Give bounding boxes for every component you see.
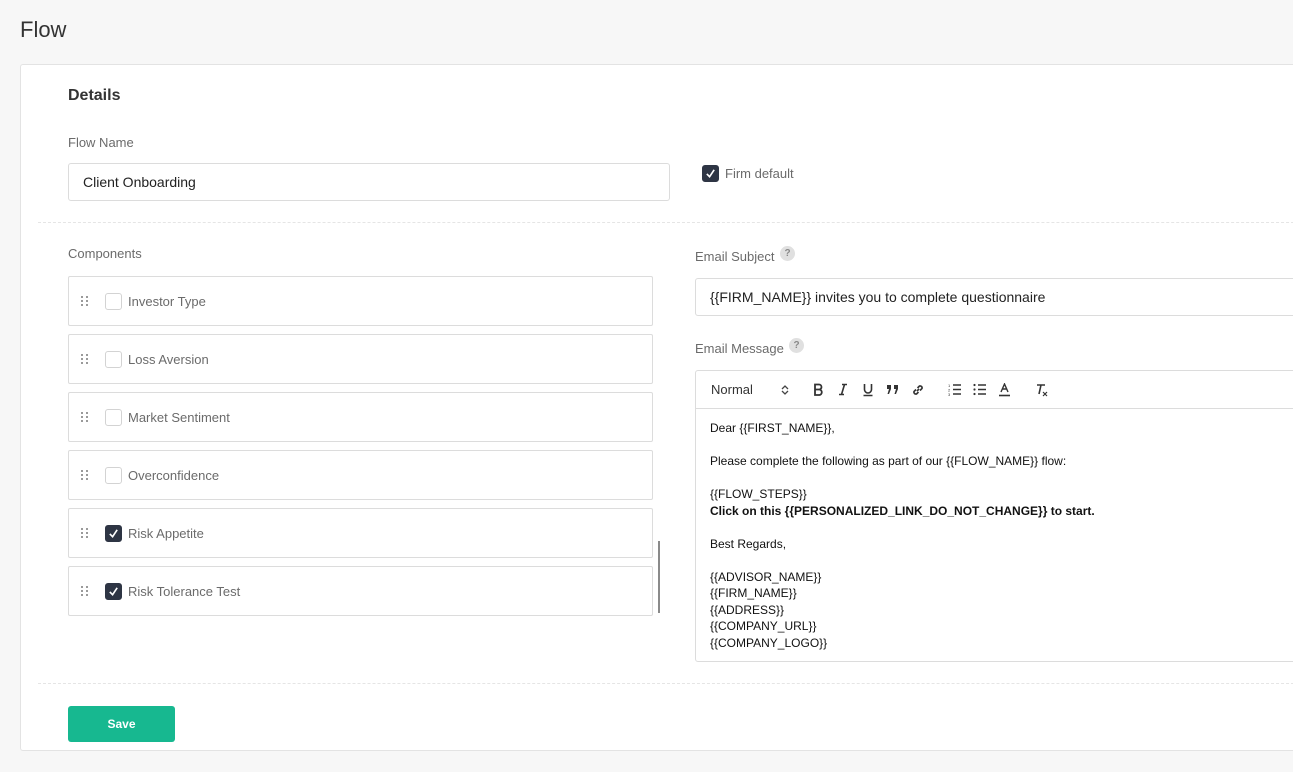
component-row[interactable]: Overconfidence [68,450,653,500]
component-label: Market Sentiment [128,409,230,425]
component-row[interactable]: Loss Aversion [68,334,653,384]
component-label: Investor Type [128,293,206,309]
message-line: Click on this {{PERSONALIZED_LINK_DO_NOT… [710,503,1095,518]
blockquote-icon[interactable] [880,379,905,401]
clear-format-icon[interactable] [1029,379,1054,401]
components-label: Components [68,246,142,261]
drag-handle-icon[interactable] [81,293,89,309]
component-checkbox[interactable] [105,292,122,310]
page-title: Flow [20,17,67,42]
component-checkbox[interactable] [105,466,122,484]
components-list: Investor Type Loss Aversion Market Senti… [68,276,653,624]
checkmark-icon [109,586,118,596]
component-label: Loss Aversion [128,351,209,367]
drag-handle-icon[interactable] [81,409,89,425]
divider [38,222,1293,223]
message-line: {{ADVISOR_NAME}} [710,569,822,584]
component-row[interactable]: Market Sentiment [68,392,653,442]
section-title-details: Details [68,87,121,104]
email-message-editor[interactable]: Normal 123 Dear {{FIRST_NAME}}, Please c… [695,370,1293,662]
message-line: Best Regards, [710,536,787,551]
svg-text:3: 3 [948,392,951,396]
email-subject-value: {{FIRM_NAME}} invites you to complete qu… [710,289,1046,305]
help-icon[interactable]: ? [780,246,795,261]
flow-details-card: Details Flow Name Client Onboarding Firm… [20,64,1293,751]
text-color-icon[interactable] [992,379,1017,401]
link-icon[interactable] [905,379,930,401]
email-message-label: Email Message [695,341,784,356]
save-button[interactable]: Save [68,706,175,742]
message-line [710,437,1293,454]
message-line: {{COMPANY_LOGO}} [710,635,828,650]
component-label: Risk Tolerance Test [128,583,241,599]
message-line [710,552,1293,569]
select-arrows-icon [781,384,789,395]
message-line: Dear {{FIRST_NAME}}, [710,421,835,435]
checkmark-icon [109,528,118,538]
editor-toolbar: Normal 123 [696,371,1293,409]
underline-icon[interactable] [855,379,880,401]
firm-default-label: Firm default [725,166,794,181]
drag-handle-icon[interactable] [81,467,89,483]
message-line: {{COMPANY_URL}} [710,619,817,633]
component-label: Risk Appetite [128,525,204,541]
component-checkbox[interactable] [105,524,122,542]
component-checkbox[interactable] [105,408,122,426]
components-scrollbar[interactable] [658,541,660,613]
format-select-value: Normal [711,382,753,397]
drag-handle-icon[interactable] [81,583,89,599]
format-select[interactable]: Normal [711,382,789,397]
checkmark-icon [706,169,715,179]
component-checkbox[interactable] [105,582,122,600]
message-line: {{ADDRESS}} [710,602,785,617]
message-line: {{FLOW_STEPS}} [710,487,807,501]
firm-default-checkbox[interactable] [702,165,719,182]
message-line: {{FIRM_NAME}} [710,586,797,600]
flow-name-value: Client Onboarding [83,174,196,190]
drag-handle-icon[interactable] [81,351,89,367]
message-line [710,519,1293,536]
email-subject-input[interactable]: {{FIRM_NAME}} invites you to complete qu… [695,278,1293,316]
email-message-body[interactable]: Dear {{FIRST_NAME}}, Please complete the… [696,409,1293,662]
email-subject-label: Email Subject [695,249,775,264]
component-checkbox[interactable] [105,350,122,368]
help-icon[interactable]: ? [789,338,804,353]
component-row[interactable]: Investor Type [68,276,653,326]
drag-handle-icon[interactable] [81,525,89,541]
ordered-list-icon[interactable]: 123 [942,379,967,401]
component-row[interactable]: Risk Appetite [68,508,653,558]
divider [38,683,1293,684]
bullet-list-icon[interactable] [967,379,992,401]
flow-name-label: Flow Name [68,135,134,150]
italic-icon[interactable] [830,379,855,401]
firm-default-toggle[interactable]: Firm default [702,165,794,182]
message-line [710,470,1293,487]
component-label: Overconfidence [128,467,220,483]
message-line: Please complete the following as part of… [710,454,1067,468]
flow-name-input[interactable]: Client Onboarding [68,163,670,201]
component-row[interactable]: Risk Tolerance Test [68,566,653,616]
bold-icon[interactable] [805,379,830,401]
